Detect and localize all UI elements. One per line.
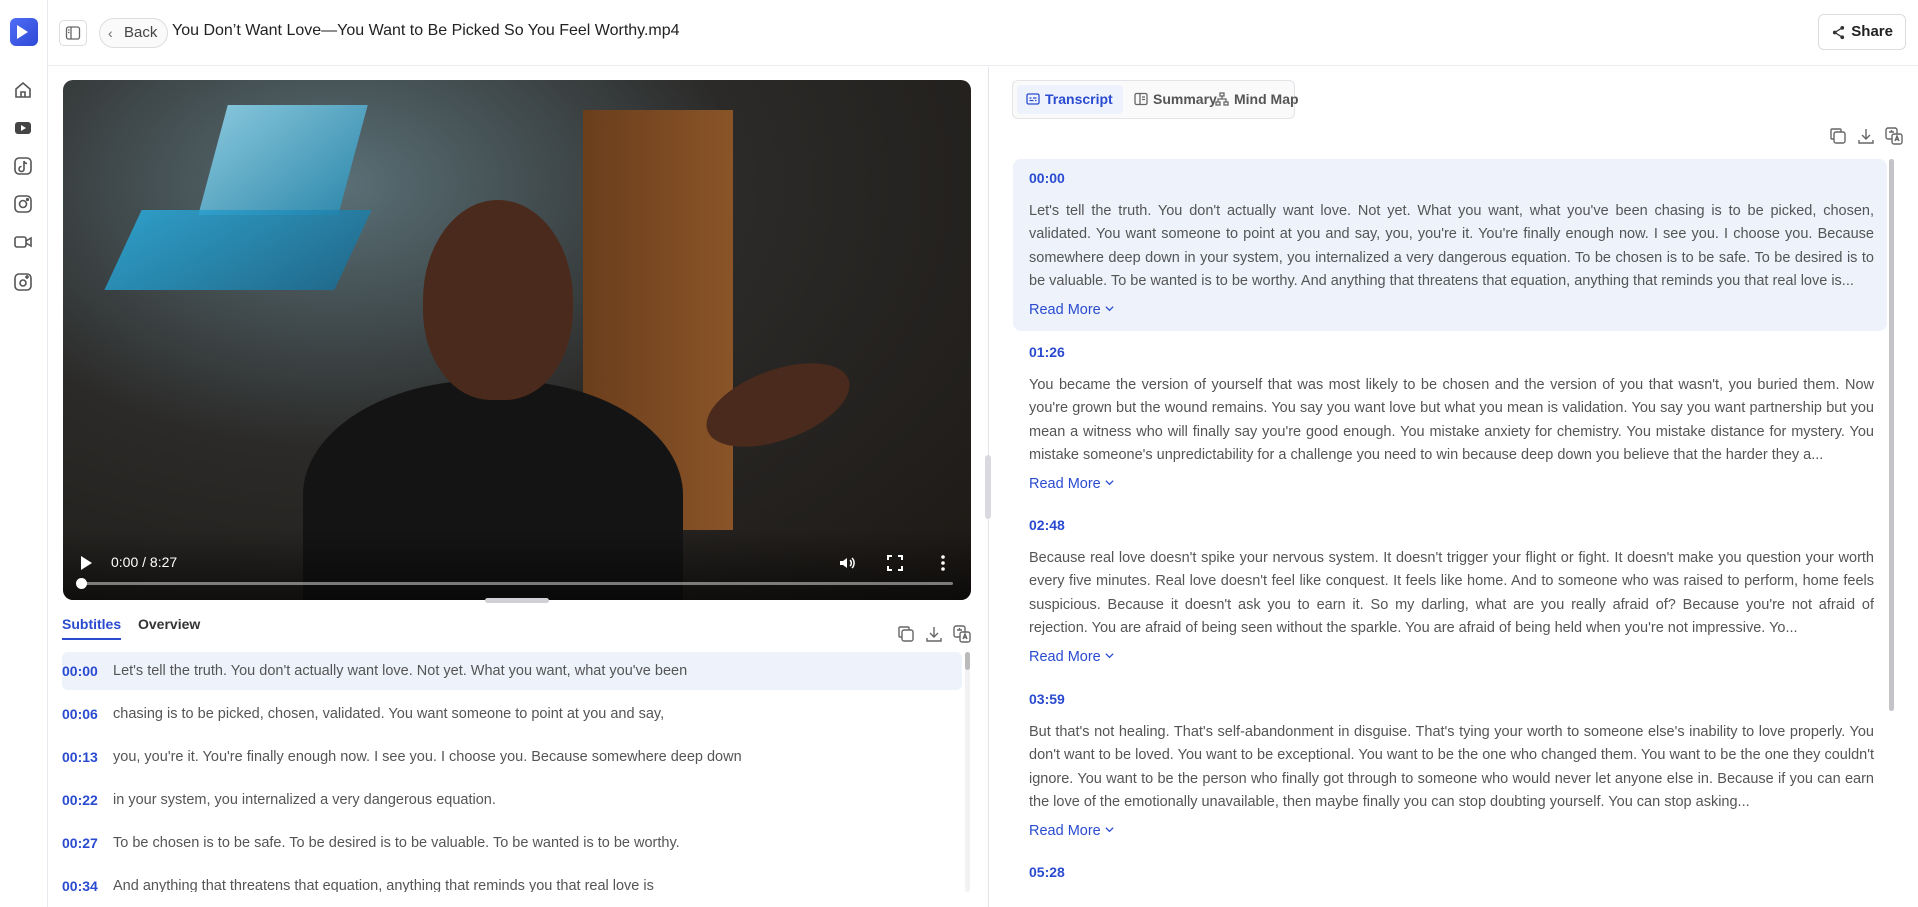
share-label: Share [1851,23,1893,40]
seek-knob[interactable] [76,578,87,589]
read-more-link[interactable]: Read More [1029,302,1115,318]
tab-overview[interactable]: Overview [138,616,200,632]
subtitle-row[interactable]: 00:13 you, you're it. You're finally eno… [62,738,962,776]
subtitle-time[interactable]: 00:13 [62,749,98,765]
read-more-link[interactable]: Read More [1029,476,1115,492]
video-controls: 0:00 / 8:27 [63,530,971,600]
transcript-text: But that's not healing. That's self-aban… [1029,724,1874,810]
transcript-scroll-thumb[interactable] [1889,159,1894,711]
subtitle-row[interactable]: 00:34 And anything that threatens that e… [62,867,962,892]
subtitle-text: in your system, you internalized a very … [113,792,496,808]
read-more-link[interactable]: Read More [1029,649,1115,665]
transcript-block[interactable]: 02:48 Because real love doesn't spike yo… [1013,506,1887,678]
transcript-block[interactable]: 03:59 But that's not healing. That's sel… [1013,680,1887,852]
app-rail [0,0,48,907]
share-icon [1833,25,1845,40]
sidebar-toggle-button[interactable] [59,20,87,46]
transcript-text: You became the version of yourself that … [1029,377,1874,463]
video-frame-window-light [104,210,372,290]
download-icon[interactable] [924,624,944,644]
top-bar: ‹ Back You Don’t Want Love—You Want to B… [48,0,1918,66]
subtitle-scroll-thumb[interactable] [965,652,970,670]
transcript-time[interactable]: 03:59 [1029,691,1065,707]
subtitle-row[interactable]: 00:22 in your system, you internalized a… [62,781,962,819]
subtitle-text: And anything that threatens that equatio… [113,878,654,892]
tiktok-icon[interactable] [13,156,33,176]
resize-handle[interactable] [485,598,549,603]
instagram-icon[interactable] [13,194,33,214]
transcript-time[interactable]: 05:28 [1029,864,1065,880]
transcript-time[interactable]: 00:00 [1029,170,1065,186]
home-icon[interactable] [13,80,33,100]
more-options-icon[interactable] [934,554,952,572]
subtitle-row[interactable]: 00:00 Let's tell the truth. You don't ac… [62,652,962,690]
video-frame-window [198,105,368,215]
read-more-label: Read More [1029,649,1101,665]
subtitle-text: To be chosen is to be safe. To be desire… [113,835,680,851]
tab-transcript-label: Transcript [1045,91,1113,107]
fullscreen-icon[interactable] [886,554,904,572]
subtitle-text: you, you're it. You're finally enough no… [113,749,742,765]
app-logo[interactable] [10,18,38,46]
left-pane: 0:00 / 8:27 Subtitles Overview 00:00 Let… [48,67,988,907]
play-button[interactable] [81,556,92,570]
chevron-down-icon [1105,653,1114,659]
transcript-icon [1026,93,1040,105]
translate-icon[interactable] [1884,126,1904,146]
translate-icon[interactable] [952,624,972,644]
tab-transcript[interactable]: Transcript [1017,85,1123,114]
chevron-down-icon [1105,827,1114,833]
tab-subtitles[interactable]: Subtitles [62,616,122,640]
back-button[interactable]: ‹ Back [99,18,169,48]
subtitle-time[interactable]: 00:27 [62,835,98,851]
share-button[interactable]: Share [1818,14,1906,50]
video-frame-person-head [423,200,573,400]
subtitle-list: 00:00 Let's tell the truth. You don't ac… [62,652,978,892]
transcript-scrollbar[interactable] [1889,159,1894,711]
subtitle-time[interactable]: 00:22 [62,792,98,808]
chevron-down-icon [1105,306,1114,312]
subtitle-time[interactable]: 00:00 [62,663,98,679]
chevron-left-icon: ‹ [108,25,113,41]
read-more-label: Read More [1029,823,1101,839]
transcript-tabs: Transcript Summary Mind Map [1012,80,1299,119]
tab-mind-map[interactable]: Mind Map [1206,85,1309,114]
tab-mind-map-label: Mind Map [1234,91,1299,107]
transcript-block[interactable]: 00:00 Let's tell the truth. You don't ac… [1013,159,1887,331]
subtitle-text: chasing is to be picked, chosen, validat… [113,706,665,722]
back-label: Back [124,24,158,41]
video-time: 0:00 / 8:27 [111,554,178,570]
summary-icon [1134,92,1148,106]
sidebar-toggle-icon [65,26,81,40]
video-camera-icon[interactable] [13,232,33,252]
copy-icon[interactable] [1828,126,1848,146]
file-title: You Don’t Want Love—You Want to Be Picke… [172,22,680,39]
subtitle-time[interactable]: 00:06 [62,706,98,722]
seek-bar[interactable] [76,578,953,589]
mind-map-icon [1215,92,1229,106]
copy-icon[interactable] [896,624,916,644]
subtitle-row[interactable]: 00:27 To be chosen is to be safe. To be … [62,824,962,862]
read-more-label: Read More [1029,302,1101,318]
transcript-block[interactable]: 05:28 [1013,853,1887,907]
transcript-time[interactable]: 02:48 [1029,517,1065,533]
transcript-time[interactable]: 01:26 [1029,344,1065,360]
download-icon[interactable] [1856,126,1876,146]
subtitle-text: Let's tell the truth. You don't actually… [113,663,688,679]
youtube-icon[interactable] [13,118,33,138]
transcript-block[interactable]: 01:26 You became the version of yourself… [1013,333,1887,505]
transcript-text: Because real love doesn't spike your ner… [1029,550,1874,636]
upload-icon[interactable] [13,272,33,292]
subtitle-time[interactable]: 00:34 [62,878,98,892]
chevron-down-icon [1105,480,1114,486]
right-pane: Transcript Summary Mind Map 00:00 Let's … [989,67,1918,907]
read-more-label: Read More [1029,476,1101,492]
volume-icon[interactable] [838,554,856,572]
video-player[interactable]: 0:00 / 8:27 [63,80,971,600]
read-more-link[interactable]: Read More [1029,823,1115,839]
subtitle-scrollbar[interactable] [965,652,970,892]
transcript-text: Let's tell the truth. You don't actually… [1029,203,1874,289]
subtitle-row[interactable]: 00:06 chasing is to be picked, chosen, v… [62,695,962,733]
transcript-list: 00:00 Let's tell the truth. You don't ac… [1013,159,1889,907]
